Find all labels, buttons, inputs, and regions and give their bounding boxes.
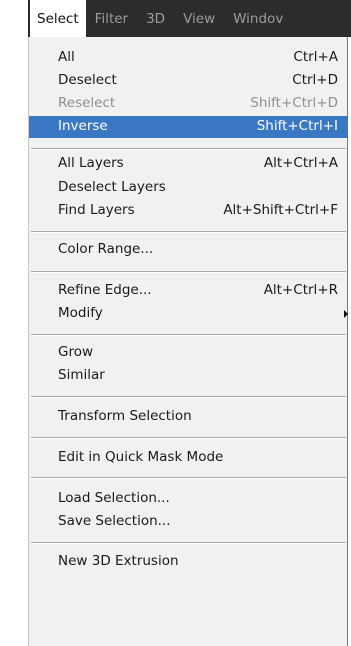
menu-item-new-3d-extrusion[interactable]: New 3D Extrusion (29, 551, 348, 573)
menu-item-all-layers[interactable]: All Layers Alt+Ctrl+A (29, 153, 348, 175)
menu-item-shortcut: Ctrl+D (292, 72, 338, 88)
menu-item-find-layers[interactable]: Find Layers Alt+Shift+Ctrl+F (29, 200, 348, 222)
menu-separator (31, 334, 346, 336)
menu-item-deselect[interactable]: Deselect Ctrl+D (29, 70, 348, 92)
menubar-window[interactable]: Windov (224, 0, 292, 37)
menu-item-modify[interactable]: Modify (29, 303, 348, 325)
menubar-filter[interactable]: Filter (86, 0, 137, 37)
menu-bar: Select Filter 3D View Windov (28, 0, 351, 37)
menu-item-label: Similar (58, 367, 105, 383)
menu-separator (31, 542, 346, 544)
menu-item-inverse[interactable]: Inverse Shift+Ctrl+I (29, 116, 348, 138)
menu-item-label: Transform Selection (58, 408, 192, 424)
menu-separator (31, 437, 346, 439)
menu-item-label: Reselect (58, 95, 116, 111)
menu-item-label: Save Selection... (58, 513, 171, 529)
menu-item-reselect: Reselect Shift+Ctrl+D (29, 93, 348, 115)
menu-item-label: Inverse (58, 118, 108, 134)
menu-item-label: Load Selection... (58, 490, 170, 506)
menu-item-refine-edge[interactable]: Refine Edge... Alt+Ctrl+R (29, 280, 348, 302)
menu-item-transform-selection[interactable]: Transform Selection (29, 406, 348, 428)
menu-item-label: All Layers (58, 155, 124, 171)
menu-item-similar[interactable]: Similar (29, 365, 348, 387)
menu-item-label: Edit in Quick Mask Mode (58, 449, 224, 465)
menu-item-load-selection[interactable]: Load Selection... (29, 488, 348, 510)
menu-item-all[interactable]: All Ctrl+A (29, 47, 348, 69)
menubar-3d[interactable]: 3D (137, 0, 174, 37)
menu-item-label: Find Layers (58, 202, 135, 218)
menu-item-shortcut: Alt+Ctrl+A (263, 155, 338, 171)
submenu-arrow-icon (344, 310, 348, 318)
menu-item-label: Deselect (58, 72, 117, 88)
menu-item-grow[interactable]: Grow (29, 342, 348, 364)
menu-item-shortcut: Ctrl+A (293, 49, 338, 65)
menu-separator (31, 396, 346, 398)
menubar-view[interactable]: View (174, 0, 224, 37)
menu-item-quick-mask[interactable]: Edit in Quick Mask Mode (29, 447, 348, 469)
menu-item-label: Grow (58, 344, 94, 360)
menu-item-color-range[interactable]: Color Range... (29, 239, 348, 261)
menu-item-shortcut: Shift+Ctrl+D (250, 95, 338, 111)
menu-item-label: Refine Edge... (58, 282, 152, 298)
menu-item-deselect-layers[interactable]: Deselect Layers (29, 177, 348, 199)
menu-item-label: New 3D Extrusion (58, 553, 179, 569)
menu-item-label: Modify (58, 305, 103, 321)
menu-item-shortcut: Alt+Ctrl+R (263, 282, 338, 298)
menu-item-shortcut: Alt+Shift+Ctrl+F (223, 202, 338, 218)
menu-item-label: Deselect Layers (58, 179, 166, 195)
menu-separator (31, 477, 346, 479)
menubar-select[interactable]: Select (30, 0, 86, 37)
select-dropdown-menu: All Ctrl+A Deselect Ctrl+D Reselect Shif… (28, 37, 348, 646)
menu-item-label: Color Range... (58, 241, 154, 257)
menu-item-save-selection[interactable]: Save Selection... (29, 511, 348, 533)
menu-separator (31, 271, 346, 273)
menu-item-label: All (58, 49, 75, 65)
menu-separator (31, 231, 346, 233)
menu-item-shortcut: Shift+Ctrl+I (256, 118, 338, 134)
menu-separator (31, 148, 346, 150)
